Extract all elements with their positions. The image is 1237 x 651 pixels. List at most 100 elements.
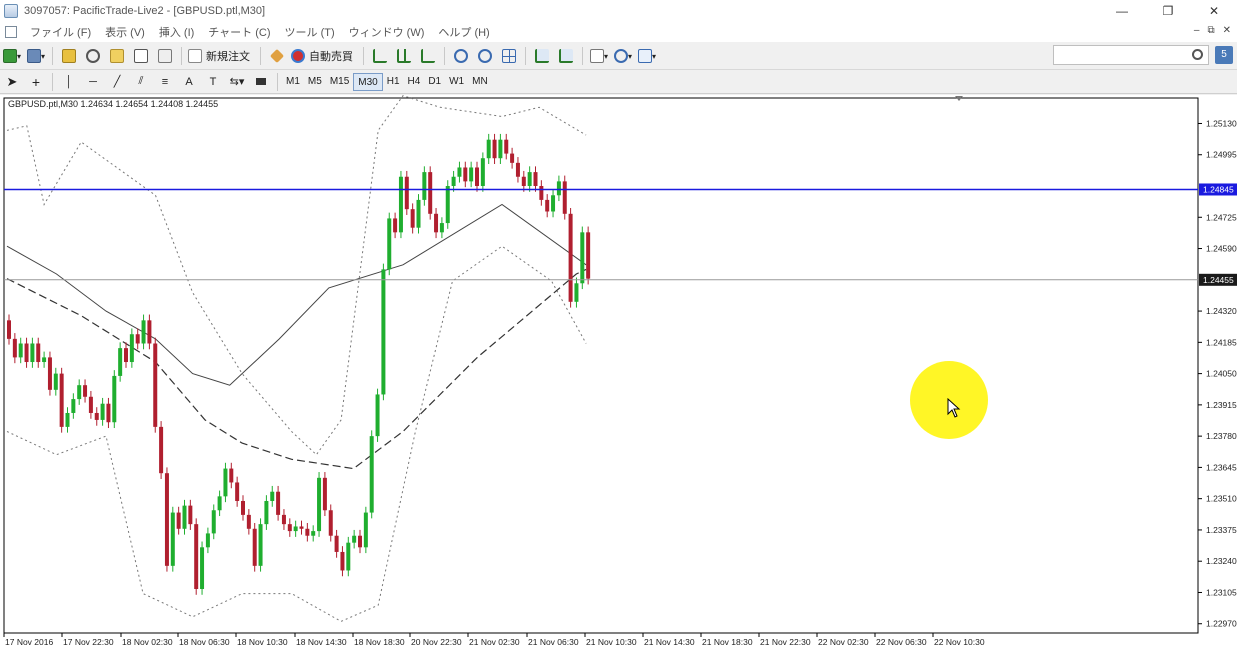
candle-bearish xyxy=(504,139,509,154)
candle-bearish xyxy=(164,473,169,566)
candle-bullish xyxy=(527,172,532,187)
metaeditor-button[interactable] xyxy=(267,46,287,66)
crosshair-window-icon xyxy=(86,49,100,63)
new-chart-button[interactable]: ▾ xyxy=(2,46,22,66)
document-icon[interactable] xyxy=(5,26,17,38)
zoom-out-button[interactable] xyxy=(475,46,495,66)
y-tick-label: 1.23645 xyxy=(1206,462,1237,472)
candle-bearish xyxy=(463,167,468,182)
candle-bullish xyxy=(451,176,456,187)
timeframe-m15[interactable]: M15 xyxy=(326,73,353,91)
arrows-button[interactable]: ⇆▾ xyxy=(227,72,247,92)
menu-tools[interactable]: ツール (T) xyxy=(278,24,342,40)
auto-scroll-button[interactable] xyxy=(532,46,552,66)
x-tick-label: 22 Nov 10:30 xyxy=(934,637,985,647)
text-icon: A xyxy=(185,75,193,88)
timeframe-h4[interactable]: H4 xyxy=(404,73,425,91)
timeframe-m5[interactable]: M5 xyxy=(304,73,326,91)
bar-chart-button[interactable] xyxy=(370,46,390,66)
candle-bearish xyxy=(59,373,64,427)
y-tick-label: 1.23375 xyxy=(1206,525,1237,535)
menu-chart[interactable]: チャート (C) xyxy=(201,24,277,40)
mdi-close-button[interactable]: ✕ xyxy=(1223,25,1231,36)
zoom-out-icon xyxy=(478,49,492,63)
timeframe-d1[interactable]: D1 xyxy=(424,73,445,91)
restore-button[interactable]: ❐ xyxy=(1145,0,1191,22)
search-icon[interactable] xyxy=(1192,49,1203,60)
close-button[interactable]: ✕ xyxy=(1191,0,1237,22)
timeframe-w1[interactable]: W1 xyxy=(445,73,468,91)
data-window-button[interactable] xyxy=(83,46,103,66)
market-watch-button[interactable] xyxy=(59,46,79,66)
strategy-tester-button[interactable] xyxy=(155,46,175,66)
metaeditor-icon xyxy=(269,48,285,64)
candle-bearish xyxy=(36,343,41,363)
x-tick-label: 21 Nov 02:30 xyxy=(469,637,520,647)
crosshair-icon: + xyxy=(31,73,41,90)
crosshair-button[interactable]: + xyxy=(26,72,46,92)
tile-windows-button[interactable] xyxy=(499,46,519,66)
community-button[interactable]: 5 xyxy=(1215,46,1233,64)
y-tick-label: 1.23915 xyxy=(1206,400,1237,410)
price-chart[interactable]: 1.25130 1.24995 1.24725 1.24590 1.24320 1.241… xyxy=(0,95,1237,651)
chart-window[interactable]: 1.25130 1.24995 1.24725 1.24590 1.24320 1.241… xyxy=(0,95,1237,651)
cursor-button[interactable]: ➤ xyxy=(2,72,22,92)
text-button[interactable]: A xyxy=(179,72,199,92)
candle-bearish xyxy=(299,526,304,529)
auto-trading-button[interactable]: 自動売買 xyxy=(291,46,357,66)
vertical-line-button[interactable]: │ xyxy=(59,72,79,92)
timeframe-h1[interactable]: H1 xyxy=(383,73,404,91)
navigator-button[interactable] xyxy=(107,46,127,66)
rectangle-icon xyxy=(256,78,266,85)
periods-button[interactable]: ▾ xyxy=(613,46,633,66)
y-tick-label: 1.24050 xyxy=(1206,369,1237,379)
text-label-button[interactable]: T xyxy=(203,72,223,92)
candle-bearish xyxy=(47,357,52,390)
candlestick-button[interactable] xyxy=(394,46,414,66)
x-tick-label: 18 Nov 10:30 xyxy=(237,637,288,647)
fibonacci-button[interactable]: ≡ xyxy=(155,72,175,92)
profiles-button[interactable]: ▾ xyxy=(26,46,46,66)
menu-help[interactable]: ヘルプ (H) xyxy=(431,24,496,40)
menu-view[interactable]: 表示 (V) xyxy=(98,24,152,40)
candle-bearish xyxy=(340,551,345,571)
candle-bullish xyxy=(18,343,23,358)
zoom-in-button[interactable] xyxy=(451,46,471,66)
dropdown-arrow-icon: ▾ xyxy=(627,51,632,61)
timeframe-m30[interactable]: M30 xyxy=(353,72,383,91)
candle-bullish xyxy=(223,468,228,497)
navigator-icon xyxy=(110,49,124,63)
horizontal-line-button[interactable]: ─ xyxy=(83,72,103,92)
menu-file[interactable]: ファイル (F) xyxy=(23,24,98,40)
dropdown-arrow-icon: ▾ xyxy=(603,51,608,61)
trendline-button[interactable]: ╱ xyxy=(107,72,127,92)
candle-bullish xyxy=(457,167,462,177)
mdi-minimize-button[interactable]: ‒ xyxy=(1194,25,1200,36)
candle-bullish xyxy=(346,542,351,571)
market-watch-icon xyxy=(62,49,76,63)
mdi-controls: ‒ ⧉ ✕ xyxy=(1194,25,1231,36)
menu-window[interactable]: ウィンドウ (W) xyxy=(342,24,432,40)
search-input[interactable] xyxy=(1053,45,1209,65)
templates-button[interactable]: ▾ xyxy=(637,46,657,66)
candle-bullish xyxy=(217,496,222,511)
timeframe-m1[interactable]: M1 xyxy=(282,73,304,91)
candle-bearish xyxy=(235,482,240,501)
chart-shift-button[interactable] xyxy=(556,46,576,66)
indicators-button[interactable]: ▾ xyxy=(589,46,609,66)
candle-bearish xyxy=(188,505,193,525)
timeframe-mn[interactable]: MN xyxy=(468,73,492,91)
line-chart-button[interactable] xyxy=(418,46,438,66)
menu-insert[interactable]: 挿入 (I) xyxy=(152,24,201,40)
toolbar-separator xyxy=(52,72,53,91)
terminal-button[interactable] xyxy=(131,46,151,66)
mdi-restore-button[interactable]: ⧉ xyxy=(1207,25,1214,36)
shapes-button[interactable] xyxy=(251,72,271,92)
candle-bullish xyxy=(211,510,216,534)
candle-bearish xyxy=(241,500,245,515)
channel-button[interactable]: ⫽ xyxy=(131,72,151,92)
candle-bullish xyxy=(141,320,146,344)
new-order-button[interactable]: 新規注文 xyxy=(188,46,254,66)
minimize-button[interactable]: — xyxy=(1099,0,1145,22)
candle-bearish xyxy=(176,512,181,529)
